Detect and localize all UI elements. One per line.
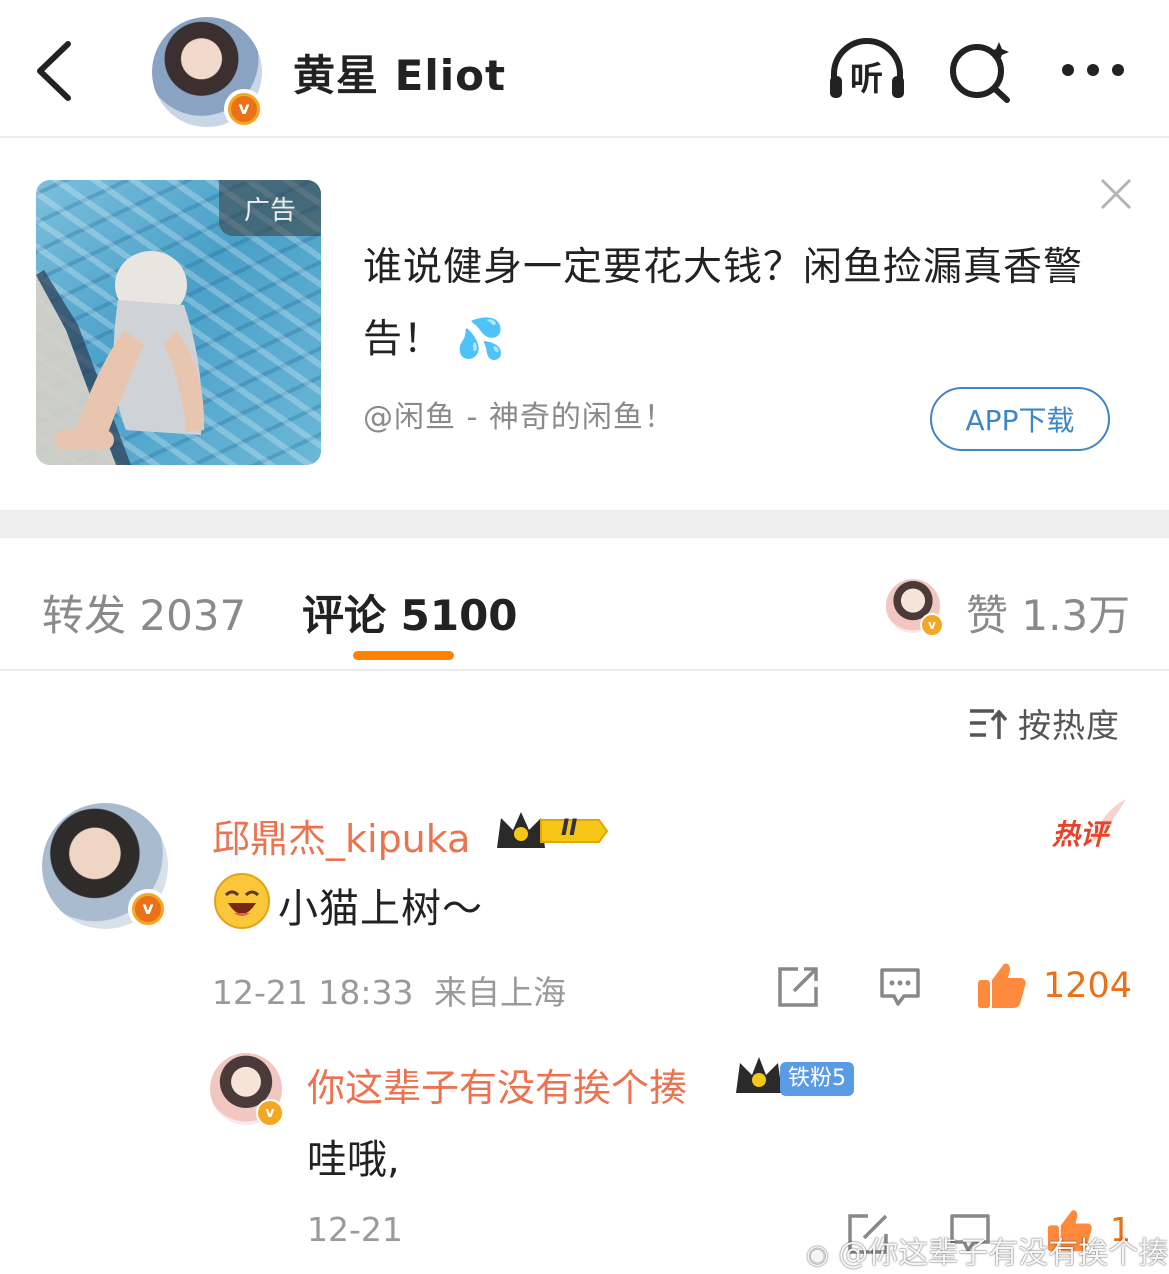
ad-tag: 广告	[219, 180, 321, 236]
app-download-button[interactable]: APP下载	[930, 387, 1110, 451]
search-icon	[950, 42, 1010, 103]
search-button[interactable]	[947, 38, 1015, 104]
crown-icon	[497, 812, 609, 848]
comment-meta: 12-21 18:33 来自上海	[212, 966, 566, 1014]
ad-title[interactable]: 谁说健身一定要花大钱？闲鱼捡漏真香警告！ 💦	[363, 232, 1103, 376]
repost-comment-button[interactable]	[776, 965, 820, 1009]
verified-badge-icon: v	[128, 889, 168, 929]
fan-level-badge[interactable]: 铁粉5	[780, 1062, 854, 1096]
more-dots-icon	[1062, 64, 1124, 76]
verified-badge-icon: v	[224, 89, 264, 129]
reply-time: 12-21	[307, 1210, 403, 1249]
weibo-logo-icon: ◉	[806, 1240, 829, 1270]
like-comment-button[interactable]	[976, 960, 1028, 1010]
replier-name[interactable]: 你这辈子有没有挨个揍	[307, 1057, 687, 1112]
tab-repost[interactable]: 转发 2037	[42, 582, 246, 643]
verified-badge-icon: v	[256, 1099, 284, 1127]
reply-comment-button[interactable]	[878, 966, 922, 1008]
sort-toggle[interactable]: 按热度	[968, 700, 1120, 746]
vip-level-badge[interactable]: II	[495, 808, 610, 854]
listen-button[interactable]: 听	[826, 38, 908, 102]
hot-comment-label: 热评	[1052, 818, 1109, 851]
commenter-avatar[interactable]: v	[42, 803, 168, 929]
sort-label: 按热度	[1018, 706, 1120, 745]
sort-icon	[970, 709, 1008, 739]
crown-icon	[736, 1057, 782, 1093]
comment-like-count: 1204	[1043, 966, 1133, 1006]
chevron-left-icon	[37, 41, 71, 101]
tab-comment[interactable]: 评论 5100	[302, 582, 518, 643]
ad-image[interactable]: 广告	[36, 180, 321, 465]
interaction-tabs: 转发 2037 评论 5100 v 赞 1.3万	[0, 538, 1169, 671]
back-button[interactable]	[30, 38, 80, 104]
active-tab-indicator	[353, 651, 454, 660]
comment-bubble-icon	[880, 968, 920, 1006]
share-edit-icon	[778, 967, 818, 1007]
replier-avatar[interactable]: v	[210, 1053, 284, 1127]
tab-like[interactable]: 赞 1.3万	[966, 582, 1130, 643]
listen-label: 听	[850, 59, 883, 98]
more-button[interactable]	[1058, 58, 1128, 82]
comment-location: 来自上海	[433, 973, 566, 1012]
comment-time: 12-21 18:33	[212, 973, 414, 1012]
ad-card[interactable]: 广告 谁说健身一定要花大钱？闲鱼捡漏真香警告！ 💦 @闲鱼 - 神奇的闲鱼！ A…	[0, 140, 1169, 510]
vip-level-text: II	[561, 816, 578, 841]
verified-badge-icon: v	[920, 613, 944, 637]
watermark-text: @你这辈子有没有挨个揍	[838, 1236, 1169, 1271]
ad-source[interactable]: @闲鱼 - 神奇的闲鱼！	[363, 392, 675, 436]
laugh-emoji-icon	[214, 873, 270, 929]
replier-crown	[734, 1053, 784, 1099]
author-name[interactable]: 黄星 Eliot	[293, 42, 506, 103]
thumbs-up-icon	[978, 963, 1026, 1008]
author-avatar[interactable]: v	[152, 17, 264, 129]
commenter-name[interactable]: 邱鼎杰_kipuka	[212, 808, 470, 863]
weibo-watermark: ◉ @你这辈子有没有挨个揍	[806, 1228, 1168, 1272]
liker-avatar: v	[886, 579, 944, 637]
top-bar: v 黄星 Eliot 听	[0, 0, 1169, 138]
close-icon	[1100, 178, 1132, 210]
reply-text[interactable]: 哇哦,	[307, 1127, 400, 1185]
comment-text[interactable]: 小猫上树～	[278, 876, 483, 934]
ad-close-button[interactable]	[1098, 176, 1134, 212]
section-divider	[0, 510, 1169, 538]
